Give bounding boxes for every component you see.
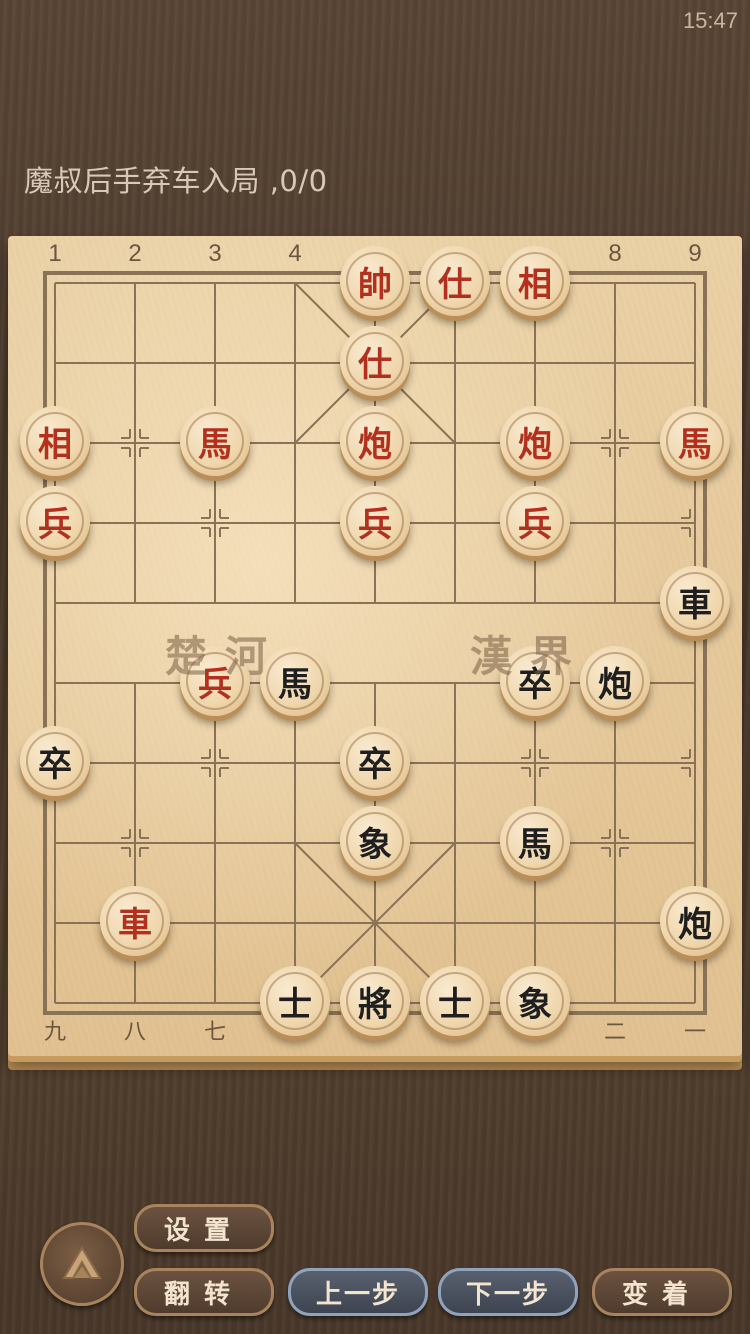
- top-coord-label: 3: [208, 240, 222, 267]
- top-coord-label: 2: [128, 240, 142, 267]
- river-label-chu: 楚河: [165, 632, 286, 681]
- home-chevron-icon: [62, 1246, 102, 1279]
- black-piece[interactable]: 馬: [500, 806, 570, 876]
- flip-button[interactable]: 翻转: [134, 1268, 274, 1316]
- black-piece[interactable]: 象: [340, 806, 410, 876]
- bottom-coord-label: 七: [203, 1020, 226, 1045]
- home-button[interactable]: [40, 1222, 124, 1306]
- piece-label: 將: [346, 972, 404, 1030]
- top-coord-label: 1: [48, 240, 62, 267]
- variation-button[interactable]: 变着: [592, 1268, 732, 1316]
- piece-label: 馬: [186, 412, 244, 470]
- black-piece[interactable]: 炮: [580, 646, 650, 716]
- piece-label: 相: [26, 412, 84, 470]
- black-piece[interactable]: 將: [340, 966, 410, 1036]
- piece-label: 帥: [346, 252, 404, 310]
- red-piece[interactable]: 馬: [660, 406, 730, 476]
- piece-label: 馬: [666, 412, 724, 470]
- prev-move-button[interactable]: 上一步: [288, 1268, 428, 1316]
- red-piece[interactable]: 兵: [20, 486, 90, 556]
- next-move-button[interactable]: 下一步: [438, 1268, 578, 1316]
- black-piece[interactable]: 卒: [340, 726, 410, 796]
- river-label-han: 漢界: [470, 632, 591, 681]
- top-coord-label: 9: [688, 240, 702, 267]
- black-piece[interactable]: 士: [260, 966, 330, 1036]
- red-piece[interactable]: 仕: [420, 246, 490, 316]
- black-piece[interactable]: 卒: [20, 726, 90, 796]
- red-piece[interactable]: 仕: [340, 326, 410, 396]
- piece-label: 兵: [506, 492, 564, 550]
- piece-label: 相: [506, 252, 564, 310]
- piece-label: 車: [666, 572, 724, 630]
- black-piece[interactable]: 炮: [660, 886, 730, 956]
- piece-label: 卒: [26, 732, 84, 790]
- black-piece[interactable]: 象: [500, 966, 570, 1036]
- piece-label: 士: [426, 972, 484, 1030]
- black-piece[interactable]: 車: [660, 566, 730, 636]
- red-piece[interactable]: 兵: [500, 486, 570, 556]
- bottom-coord-label: 一: [683, 1020, 706, 1045]
- red-piece[interactable]: 炮: [500, 406, 570, 476]
- piece-label: 兵: [346, 492, 404, 550]
- piece-label: 炮: [346, 412, 404, 470]
- piece-label: 仕: [346, 332, 404, 390]
- red-piece[interactable]: 相: [20, 406, 90, 476]
- piece-label: 象: [506, 972, 564, 1030]
- piece-label: 馬: [506, 812, 564, 870]
- piece-label: 仕: [426, 252, 484, 310]
- red-piece[interactable]: 兵: [340, 486, 410, 556]
- red-piece[interactable]: 帥: [340, 246, 410, 316]
- top-coord-label: 4: [288, 240, 302, 267]
- piece-label: 兵: [26, 492, 84, 550]
- settings-button[interactable]: 设置: [134, 1204, 274, 1252]
- piece-label: 車: [106, 892, 164, 950]
- bottom-coord-label: 二: [603, 1020, 626, 1045]
- red-piece[interactable]: 車: [100, 886, 170, 956]
- piece-label: 炮: [586, 652, 644, 710]
- piece-label: 卒: [346, 732, 404, 790]
- piece-label: 象: [346, 812, 404, 870]
- black-piece[interactable]: 士: [420, 966, 490, 1036]
- red-piece[interactable]: 相: [500, 246, 570, 316]
- bottom-coord-label: 八: [123, 1020, 146, 1045]
- piece-label: 士: [266, 972, 324, 1030]
- bottom-coord-label: 九: [43, 1020, 66, 1045]
- piece-label: 炮: [506, 412, 564, 470]
- red-piece[interactable]: 馬: [180, 406, 250, 476]
- piece-label: 炮: [666, 892, 724, 950]
- top-coord-label: 8: [608, 240, 622, 267]
- red-piece[interactable]: 炮: [340, 406, 410, 476]
